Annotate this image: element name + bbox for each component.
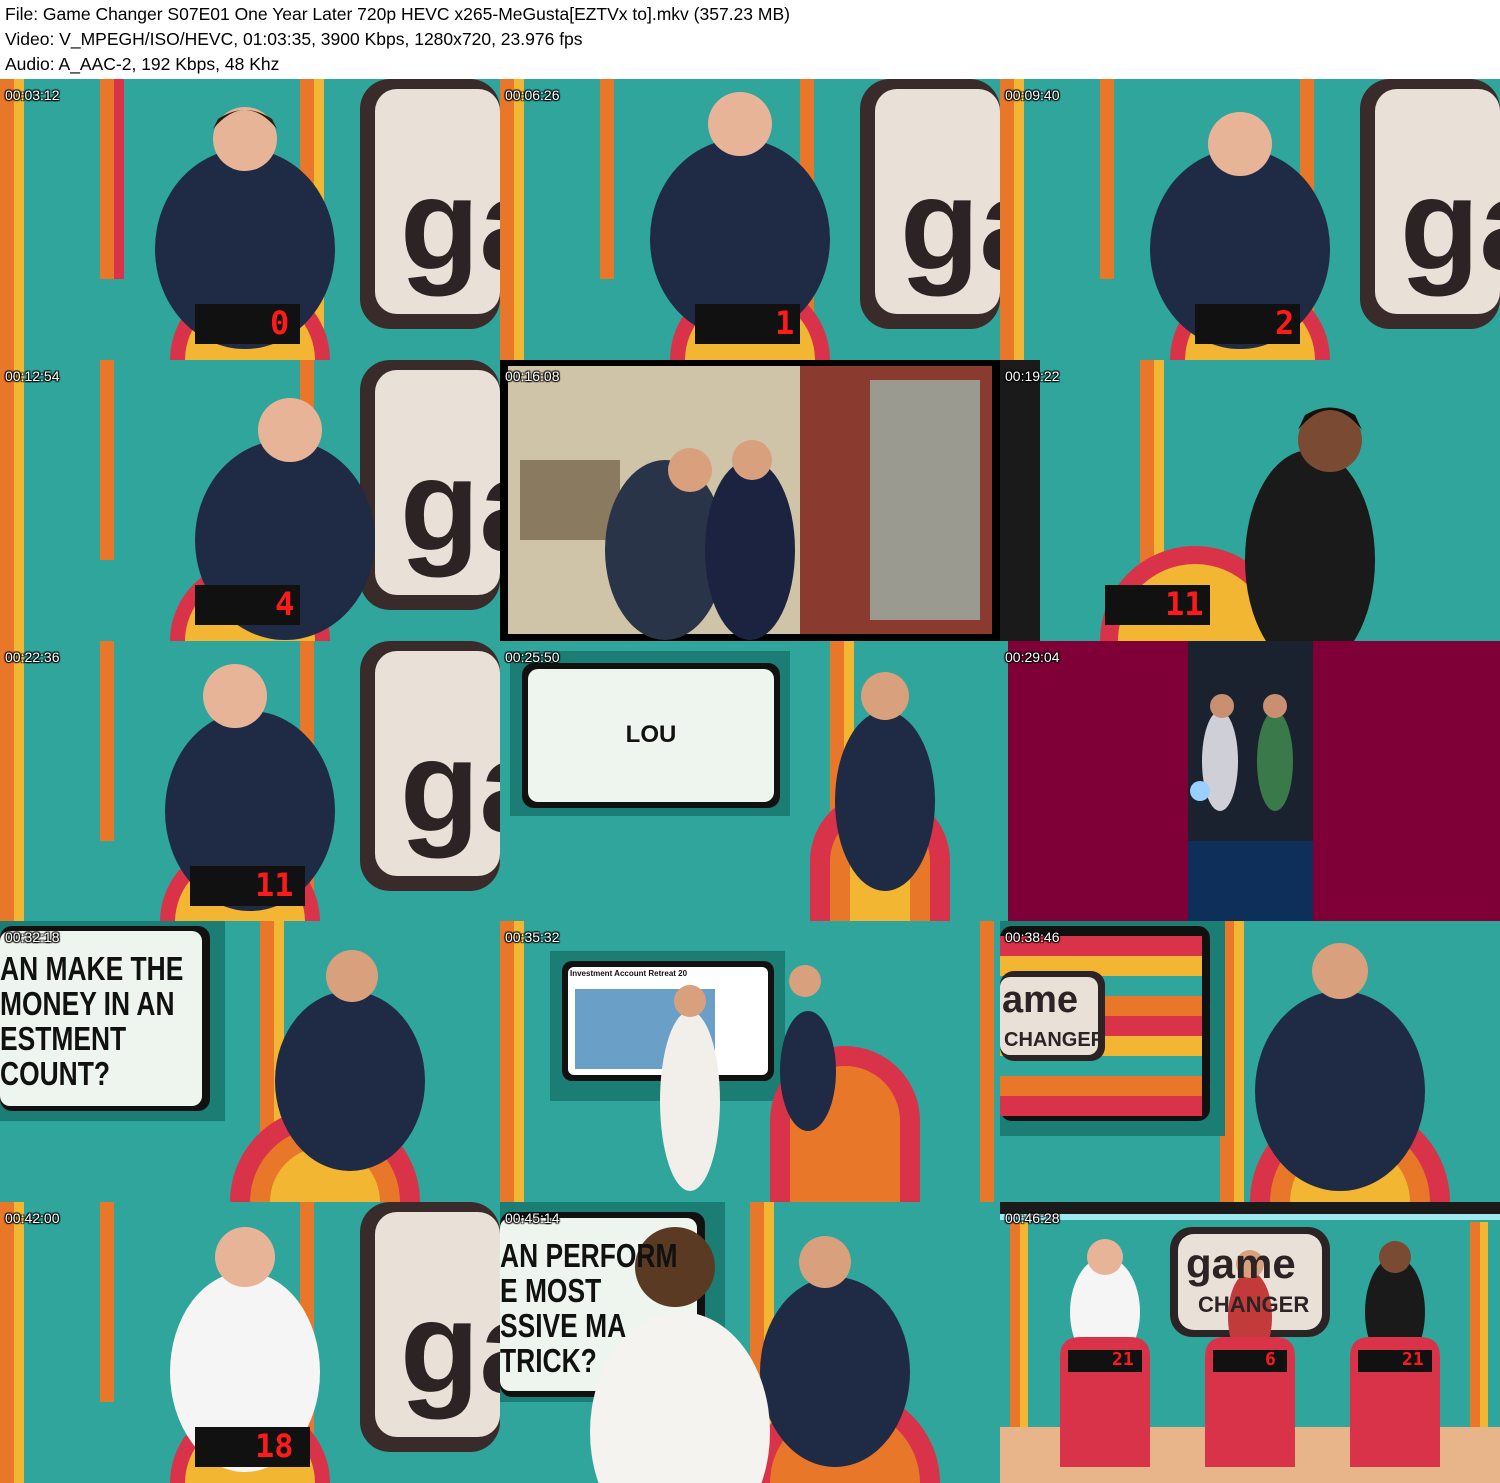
timestamp-label: 00:12:54 <box>5 367 60 384</box>
frame-image <box>500 921 1000 1203</box>
thumbnail[interactable]: ga 00:42:00 18 <box>0 1202 500 1483</box>
thumbnail[interactable]: 00:25:50 LOU <box>500 640 1000 922</box>
file-info-line: File: Game Changer S07E01 One Year Later… <box>5 4 790 24</box>
thumbnail[interactable]: ga 00:12:54 4 <box>0 359 500 641</box>
screen-question: AN PERFORM E MOST SSIVE MA TRICK? <box>500 1238 677 1378</box>
screen-line: AN MAKE THE <box>0 950 184 988</box>
timestamp-label: 00:06:26 <box>505 87 560 103</box>
timestamp-label: 00:29:04 <box>1005 648 1060 665</box>
timestamp-label: 00:25:50 <box>505 648 560 665</box>
frame-image: ga <box>0 1202 500 1483</box>
screen-question: AN MAKE THE MONEY IN AN ESTMENT COUNT? <box>0 951 183 1091</box>
screen-line: SSIVE MA <box>500 1307 627 1345</box>
screen-line: AN PERFORM <box>500 1237 678 1275</box>
timestamp-label: 00:16:08 <box>505 367 560 384</box>
score-display: 21 <box>1402 1349 1424 1371</box>
timestamp-label: 00:42:00 <box>5 1210 60 1227</box>
screen-line: E MOST <box>500 1272 602 1310</box>
timestamp-label: 00:35:32 <box>505 929 560 946</box>
score-display: 4 <box>275 584 295 623</box>
svg-text:ga: ga <box>400 432 500 578</box>
score-display: 21 <box>1112 1349 1134 1371</box>
logo-subtext: CHANGER <box>1198 1292 1310 1318</box>
timestamp-label: 00:03:12 <box>5 87 60 103</box>
score-display: 6 <box>1265 1349 1276 1371</box>
thumbnail[interactable]: 00:16:08 <box>500 359 1000 641</box>
svg-text:ga: ga <box>1400 151 1500 297</box>
frame-image: ga <box>0 79 500 360</box>
screen-line: MONEY IN AN <box>0 985 175 1023</box>
thumbnail[interactable]: 00:38:46 ame CHANGER <box>1000 921 1500 1203</box>
logo-text: game <box>1186 1240 1296 1288</box>
timestamp-label: 00:45:14 <box>505 1210 560 1227</box>
frame-image <box>500 359 1000 641</box>
thumbnail[interactable]: 00:29:04 <box>1000 640 1500 922</box>
thumbnail[interactable]: ga 00:22:36 11 <box>0 640 500 922</box>
screen-text: Investment Account Retreat 20 <box>570 969 688 979</box>
thumbnail-grid: ga 00:03:12 0 ga 00:06:26 1 <box>0 79 1500 1483</box>
timestamp-label: 00:32:18 <box>5 929 60 946</box>
thumbnail[interactable]: ga 00:09:40 2 <box>1000 79 1500 360</box>
thumbnail[interactable]: 00:35:32 Investment Account Retreat 20 <box>500 921 1000 1203</box>
file-info-header: File: Game Changer S07E01 One Year Later… <box>5 2 790 77</box>
frame-image <box>1000 359 1500 641</box>
screen-text: LOU <box>625 721 677 749</box>
svg-text:ga: ga <box>400 713 500 859</box>
video-info-line: Video: V_MPEGH/ISO/HEVC, 01:03:35, 3900 … <box>5 29 583 49</box>
timestamp-label: 00:19:22 <box>1005 367 1060 384</box>
screen-line: ESTMENT <box>0 1020 127 1058</box>
svg-text:ga: ga <box>400 1274 500 1420</box>
frame-image <box>1000 640 1500 922</box>
score-display: 18 <box>255 1427 294 1466</box>
logo-text: ame <box>1002 979 1079 1022</box>
score-display: 1 <box>775 304 795 342</box>
score-display: 11 <box>1165 584 1204 623</box>
score-display: 11 <box>255 865 294 904</box>
thumbnail[interactable]: 00:46:28 game CHANGER 21 6 21 <box>1000 1202 1500 1483</box>
screen-line: TRICK? <box>500 1342 597 1380</box>
timestamp-label: 00:38:46 <box>1005 929 1060 946</box>
frame-image <box>1000 921 1500 1203</box>
thumbnail[interactable]: 00:45:14 AN PERFORM E MOST SSIVE MA TRIC… <box>500 1202 1000 1483</box>
thumbnail[interactable]: 00:32:18 AN MAKE THE MONEY IN AN ESTMENT… <box>0 921 500 1203</box>
svg-text:ga: ga <box>900 151 1000 297</box>
thumbnail[interactable]: ga 00:06:26 1 <box>500 79 1000 360</box>
thumbnail[interactable]: ga 00:03:12 0 <box>0 79 500 360</box>
logo-subtext: CHANGER <box>1004 1029 1106 1052</box>
frame-image: ga <box>1000 79 1500 360</box>
score-display: 0 <box>270 304 290 342</box>
thumbnail[interactable]: 00:19:22 11 <box>1000 359 1500 641</box>
svg-text:ga: ga <box>400 151 500 297</box>
score-display: 2 <box>1275 304 1295 342</box>
frame-image: ga <box>500 79 1000 360</box>
timestamp-label: 00:46:28 <box>1005 1210 1060 1227</box>
timestamp-label: 00:09:40 <box>1005 87 1060 103</box>
frame-image: ga <box>0 640 500 922</box>
timestamp-label: 00:22:36 <box>5 648 60 665</box>
frame-image: ga <box>0 359 500 641</box>
audio-info-line: Audio: A_AAC-2, 192 Kbps, 48 Khz <box>5 54 280 74</box>
screen-line: COUNT? <box>0 1055 110 1093</box>
